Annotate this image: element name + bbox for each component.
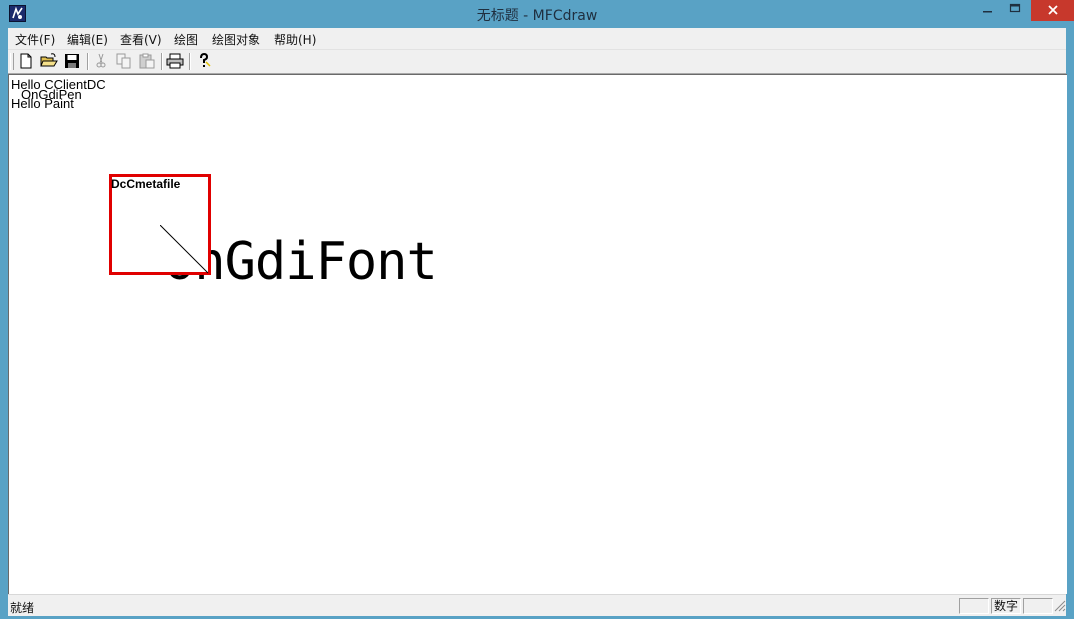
app-window: 无标题 - MFCdraw 文件(F) 编辑(E) 查看(V) 绘图 绘图对象 … — [0, 0, 1074, 619]
status-bar: 就绪 数字 — [8, 594, 1066, 616]
toolbar-separator — [87, 53, 88, 70]
menu-bar: 文件(F) 编辑(E) 查看(V) 绘图 绘图对象 帮助(H) — [8, 28, 1066, 50]
close-button[interactable] — [1031, 0, 1074, 21]
window-title: 无标题 - MFCdraw — [476, 8, 598, 24]
save-icon — [62, 53, 82, 69]
menu-file[interactable]: 文件(F) — [15, 31, 55, 48]
toolbar-separator — [189, 53, 190, 70]
menu-edit[interactable]: 编辑(E) — [67, 31, 108, 48]
metafile-label: DcCmetafile — [111, 177, 181, 191]
maximize-button[interactable] — [1002, 0, 1028, 20]
save-button[interactable] — [62, 52, 82, 71]
new-file-button[interactable] — [16, 52, 36, 71]
diagonal-line — [160, 225, 209, 274]
toolbar-grip[interactable] — [10, 53, 14, 70]
cut-icon — [91, 53, 111, 69]
menu-view[interactable]: 查看(V) — [120, 31, 162, 48]
open-folder-icon — [39, 53, 59, 69]
toolbar-separator — [161, 53, 162, 70]
help-button[interactable] — [194, 52, 214, 71]
open-button[interactable] — [39, 52, 59, 71]
status-pane-scroll — [1023, 598, 1053, 614]
toolbar — [8, 50, 1066, 74]
menu-draw-objects[interactable]: 绘图对象 — [212, 31, 260, 48]
resize-grip-icon[interactable] — [1054, 600, 1066, 612]
copy-button[interactable] — [114, 52, 134, 71]
menu-help[interactable]: 帮助(H) — [274, 31, 316, 48]
print-button[interactable] — [165, 52, 185, 71]
paste-icon — [137, 53, 157, 69]
print-icon — [165, 53, 185, 69]
hello-clientdc-text: Hello CClientDC — [11, 77, 106, 92]
status-text: 就绪 — [10, 601, 35, 615]
help-icon — [194, 53, 214, 69]
status-pane-num: 数字 — [991, 598, 1021, 614]
paste-button[interactable] — [137, 52, 157, 71]
new-file-icon — [16, 53, 36, 69]
minimize-button[interactable] — [975, 0, 1001, 20]
drawing-canvas[interactable]: Hello Paint OnGdiPen Hello CClientDC OnG… — [8, 74, 1067, 594]
status-pane-caps — [959, 598, 989, 614]
menu-draw[interactable]: 绘图 — [174, 31, 198, 48]
copy-icon — [114, 53, 134, 69]
cut-button[interactable] — [91, 52, 111, 71]
title-bar[interactable]: 无标题 - MFCdraw — [0, 0, 1074, 28]
